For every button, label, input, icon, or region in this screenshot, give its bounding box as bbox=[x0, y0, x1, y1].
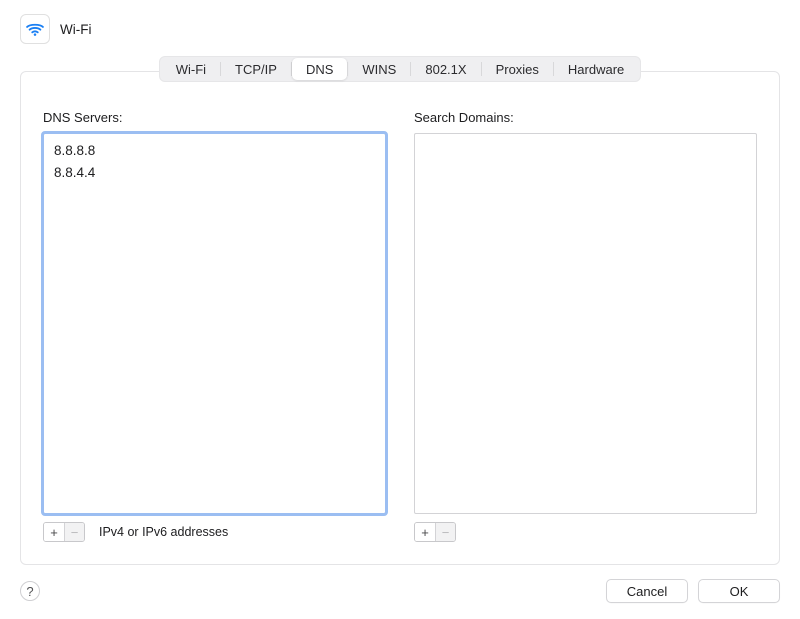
page-title: Wi-Fi bbox=[60, 22, 91, 37]
search-domains-list[interactable] bbox=[414, 133, 757, 514]
list-item[interactable]: 8.8.8.8 bbox=[52, 140, 377, 162]
wifi-icon bbox=[20, 14, 50, 44]
plus-icon: + bbox=[50, 526, 58, 539]
dns-servers-list[interactable]: 8.8.8.8 8.8.4.4 bbox=[43, 133, 386, 514]
tab-bar: Wi-Fi TCP/IP DNS WINS 802.1X Proxies Har… bbox=[20, 56, 780, 84]
footer: ? Cancel OK bbox=[20, 579, 780, 603]
tab-wins[interactable]: WINS bbox=[348, 58, 410, 80]
remove-dns-button[interactable]: − bbox=[64, 523, 84, 541]
tab-hardware[interactable]: Hardware bbox=[554, 58, 638, 80]
dns-servers-label: DNS Servers: bbox=[43, 110, 386, 125]
tab-8021x[interactable]: 802.1X bbox=[411, 58, 480, 80]
minus-icon: − bbox=[442, 526, 450, 539]
help-icon: ? bbox=[26, 584, 33, 599]
plus-icon: + bbox=[421, 526, 429, 539]
search-domains-label: Search Domains: bbox=[414, 110, 757, 125]
content-panel: DNS Servers: 8.8.8.8 8.8.4.4 + − IPv4 or bbox=[20, 71, 780, 565]
minus-icon: − bbox=[71, 526, 79, 539]
dns-hint: IPv4 or IPv6 addresses bbox=[99, 525, 228, 539]
dns-servers-section: DNS Servers: 8.8.8.8 8.8.4.4 + − IPv4 or bbox=[43, 110, 386, 542]
ok-button[interactable]: OK bbox=[698, 579, 780, 603]
add-dns-button[interactable]: + bbox=[44, 523, 64, 541]
tab-wifi[interactable]: Wi-Fi bbox=[162, 58, 220, 80]
tab-dns[interactable]: DNS bbox=[292, 58, 347, 80]
network-advanced-window: Wi-Fi Wi-Fi TCP/IP DNS WINS 802.1X Proxi… bbox=[0, 0, 800, 619]
list-item[interactable] bbox=[423, 140, 748, 162]
domains-add-remove-group: + − bbox=[414, 522, 456, 542]
remove-domain-button[interactable]: − bbox=[435, 523, 455, 541]
add-domain-button[interactable]: + bbox=[415, 523, 435, 541]
header: Wi-Fi bbox=[20, 14, 780, 44]
list-item[interactable]: 8.8.4.4 bbox=[52, 162, 377, 184]
search-domains-section: Search Domains: + − bbox=[414, 110, 757, 542]
help-button[interactable]: ? bbox=[20, 581, 40, 601]
tab-proxies[interactable]: Proxies bbox=[482, 58, 553, 80]
cancel-button[interactable]: Cancel bbox=[606, 579, 688, 603]
tab-tcpip[interactable]: TCP/IP bbox=[221, 58, 291, 80]
dns-add-remove-group: + − bbox=[43, 522, 85, 542]
